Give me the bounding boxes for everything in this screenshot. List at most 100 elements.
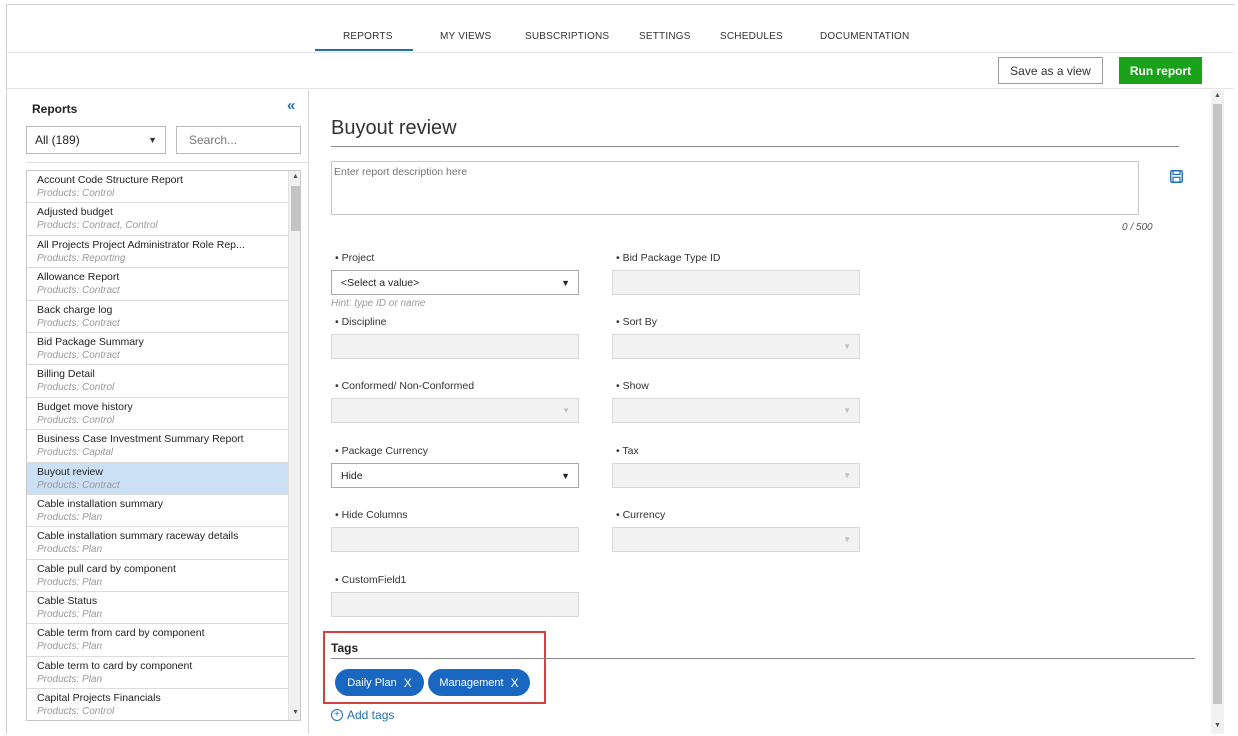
report-filter-select[interactable]: All (189) ▼ — [26, 126, 166, 154]
report-name: Cable Status — [37, 595, 98, 608]
report-name: Buyout review — [37, 465, 103, 478]
scroll-up-icon[interactable]: ▲ — [292, 173, 299, 180]
report-list: Account Code Structure Report Products: … — [26, 170, 301, 721]
main-scroll-thumb[interactable] — [1213, 104, 1222, 704]
custom-field1-label: • CustomField1 — [335, 574, 407, 586]
report-list-item[interactable]: Business Case Investment Summary Report … — [27, 430, 288, 463]
report-list-item[interactable]: Billing Detail Products: Control — [27, 365, 288, 398]
report-list-scrollbar[interactable]: ▲ ▼ — [288, 171, 300, 720]
report-detail: Buyout review 0 / 500 • Project <Select … — [310, 90, 1220, 734]
report-list-scroll-thumb[interactable] — [291, 186, 300, 231]
discipline-input[interactable] — [331, 334, 579, 359]
bid-package-type-id-label: • Bid Package Type ID — [616, 252, 721, 264]
report-products: Products: Control — [37, 414, 115, 426]
tab-documentation[interactable]: DOCUMENTATION — [820, 31, 909, 42]
report-products: Products: Control — [37, 382, 115, 394]
tag-remove-icon[interactable]: X — [404, 676, 412, 690]
top-nav: REPORTS MY VIEWS SUBSCRIPTIONS SETTINGS … — [7, 5, 1234, 53]
currency-label: • Currency — [616, 509, 666, 521]
report-list-item[interactable]: Cable installation summary Products: Pla… — [27, 494, 288, 528]
add-tags-link[interactable]: + Add tags — [331, 708, 394, 722]
tags-title: Tags — [331, 641, 359, 655]
toolbar: Save as a view Run report — [7, 53, 1234, 89]
conformed-select[interactable]: ▼ — [331, 398, 579, 423]
caret-down-icon: ▼ — [561, 278, 570, 288]
tax-select[interactable]: ▼ — [612, 463, 860, 488]
report-name: Capital Projects Financials — [37, 692, 161, 705]
project-hint: Hint: type ID or name — [331, 298, 426, 309]
caret-down-icon: ▼ — [843, 535, 851, 544]
report-name: Cable installation summary raceway detai… — [37, 530, 239, 543]
tax-label: • Tax — [616, 445, 639, 457]
report-products: Products: Plan — [37, 511, 103, 523]
floppy-disk-icon[interactable] — [1170, 170, 1183, 183]
project-value: <Select a value> — [341, 277, 420, 289]
bid-package-type-id-input[interactable] — [612, 270, 860, 295]
report-products: Products: Reporting — [37, 252, 126, 264]
tab-my-views[interactable]: MY VIEWS — [440, 31, 491, 42]
report-list-item[interactable]: All Projects Project Administrator Role … — [27, 235, 288, 269]
report-list-item[interactable]: Cable Status Products: Plan — [27, 592, 288, 625]
report-list-items: Account Code Structure Report Products: … — [27, 171, 288, 720]
scroll-up-icon[interactable]: ▲ — [1214, 92, 1221, 99]
tag-remove-icon[interactable]: X — [511, 676, 519, 690]
report-products: Products: Plan — [37, 641, 103, 653]
report-list-item[interactable]: Cable term to card by component Products… — [27, 656, 288, 690]
reports-sidebar: Reports « All (189) ▼ Account Code Struc… — [7, 90, 309, 734]
report-description-input[interactable] — [331, 161, 1139, 215]
custom-field1-input[interactable] — [331, 592, 579, 617]
scroll-down-icon[interactable]: ▼ — [1214, 722, 1221, 729]
double-chevron-left-icon[interactable]: « — [287, 97, 295, 114]
report-list-item[interactable]: Adjusted budget Products: Contract, Cont… — [27, 203, 288, 236]
caret-down-icon: ▼ — [843, 406, 851, 415]
report-list-item[interactable]: Back charge log Products: Contract — [27, 300, 288, 333]
report-list-item[interactable]: Cable installation summary raceway detai… — [27, 527, 288, 560]
report-name: Allowance Report — [37, 271, 120, 284]
sidebar-title: Reports — [32, 102, 78, 116]
report-name: Account Code Structure Report — [37, 174, 183, 186]
main-scrollbar[interactable]: ▲ ▼ — [1211, 90, 1224, 734]
report-list-item-selected[interactable]: Buyout review Products: Contract — [27, 462, 288, 495]
discipline-label: • Discipline — [335, 316, 387, 328]
report-list-item[interactable]: Budget move history Products: Control — [27, 397, 288, 431]
show-select[interactable]: ▼ — [612, 398, 860, 423]
report-products: Products: Contract — [37, 285, 120, 297]
currency-select[interactable]: ▼ — [612, 527, 860, 552]
package-currency-select[interactable]: Hide ▼ — [331, 463, 579, 488]
scroll-down-icon[interactable]: ▼ — [292, 709, 299, 716]
tag-pill-daily-plan[interactable]: Daily Plan X — [335, 669, 424, 696]
tag-pill-management[interactable]: Management X — [428, 669, 530, 696]
report-list-item[interactable]: Cable term from card by component Produc… — [27, 624, 288, 657]
report-products: Products: Plan — [37, 673, 103, 685]
tab-reports[interactable]: REPORTS — [343, 31, 393, 42]
report-products: Products: Capital — [37, 447, 114, 459]
page-title: Buyout review — [331, 117, 457, 139]
tab-schedules[interactable]: SCHEDULES — [720, 31, 783, 42]
run-report-button[interactable]: Run report — [1119, 57, 1202, 84]
hide-columns-input[interactable] — [331, 527, 579, 552]
report-products: Products: Contract — [37, 349, 120, 361]
report-list-item[interactable]: Cable pull card by component Products: P… — [27, 559, 288, 593]
report-products: Products: Contract — [37, 317, 120, 329]
report-list-item[interactable]: Capital Projects Financials Products: Co… — [27, 689, 288, 720]
sort-by-label: • Sort By — [616, 316, 658, 328]
report-name: Billing Detail — [37, 368, 95, 381]
plus-circle-icon: + — [331, 709, 343, 721]
report-name: All Projects Project Administrator Role … — [37, 238, 245, 251]
report-filter-value: All (189) — [35, 133, 80, 147]
report-list-item[interactable]: Allowance Report Products: Contract — [27, 268, 288, 301]
report-list-item[interactable]: Bid Package Summary Products: Contract — [27, 332, 288, 366]
save-as-view-button[interactable]: Save as a view — [998, 57, 1103, 84]
report-list-item[interactable]: Account Code Structure Report Products: … — [27, 171, 288, 204]
report-search-input[interactable] — [176, 126, 301, 154]
tab-settings[interactable]: SETTINGS — [639, 31, 691, 42]
report-products: Products: Control — [37, 188, 115, 199]
show-label: • Show — [616, 380, 649, 392]
sort-by-select[interactable]: ▼ — [612, 334, 860, 359]
project-select[interactable]: <Select a value> ▼ — [331, 270, 579, 295]
report-name: Cable pull card by component — [37, 562, 176, 575]
tab-subscriptions[interactable]: SUBSCRIPTIONS — [525, 31, 609, 42]
active-tab-indicator — [315, 49, 413, 51]
report-products: Products: Plan — [37, 544, 103, 556]
report-name: Cable installation summary — [37, 497, 164, 510]
